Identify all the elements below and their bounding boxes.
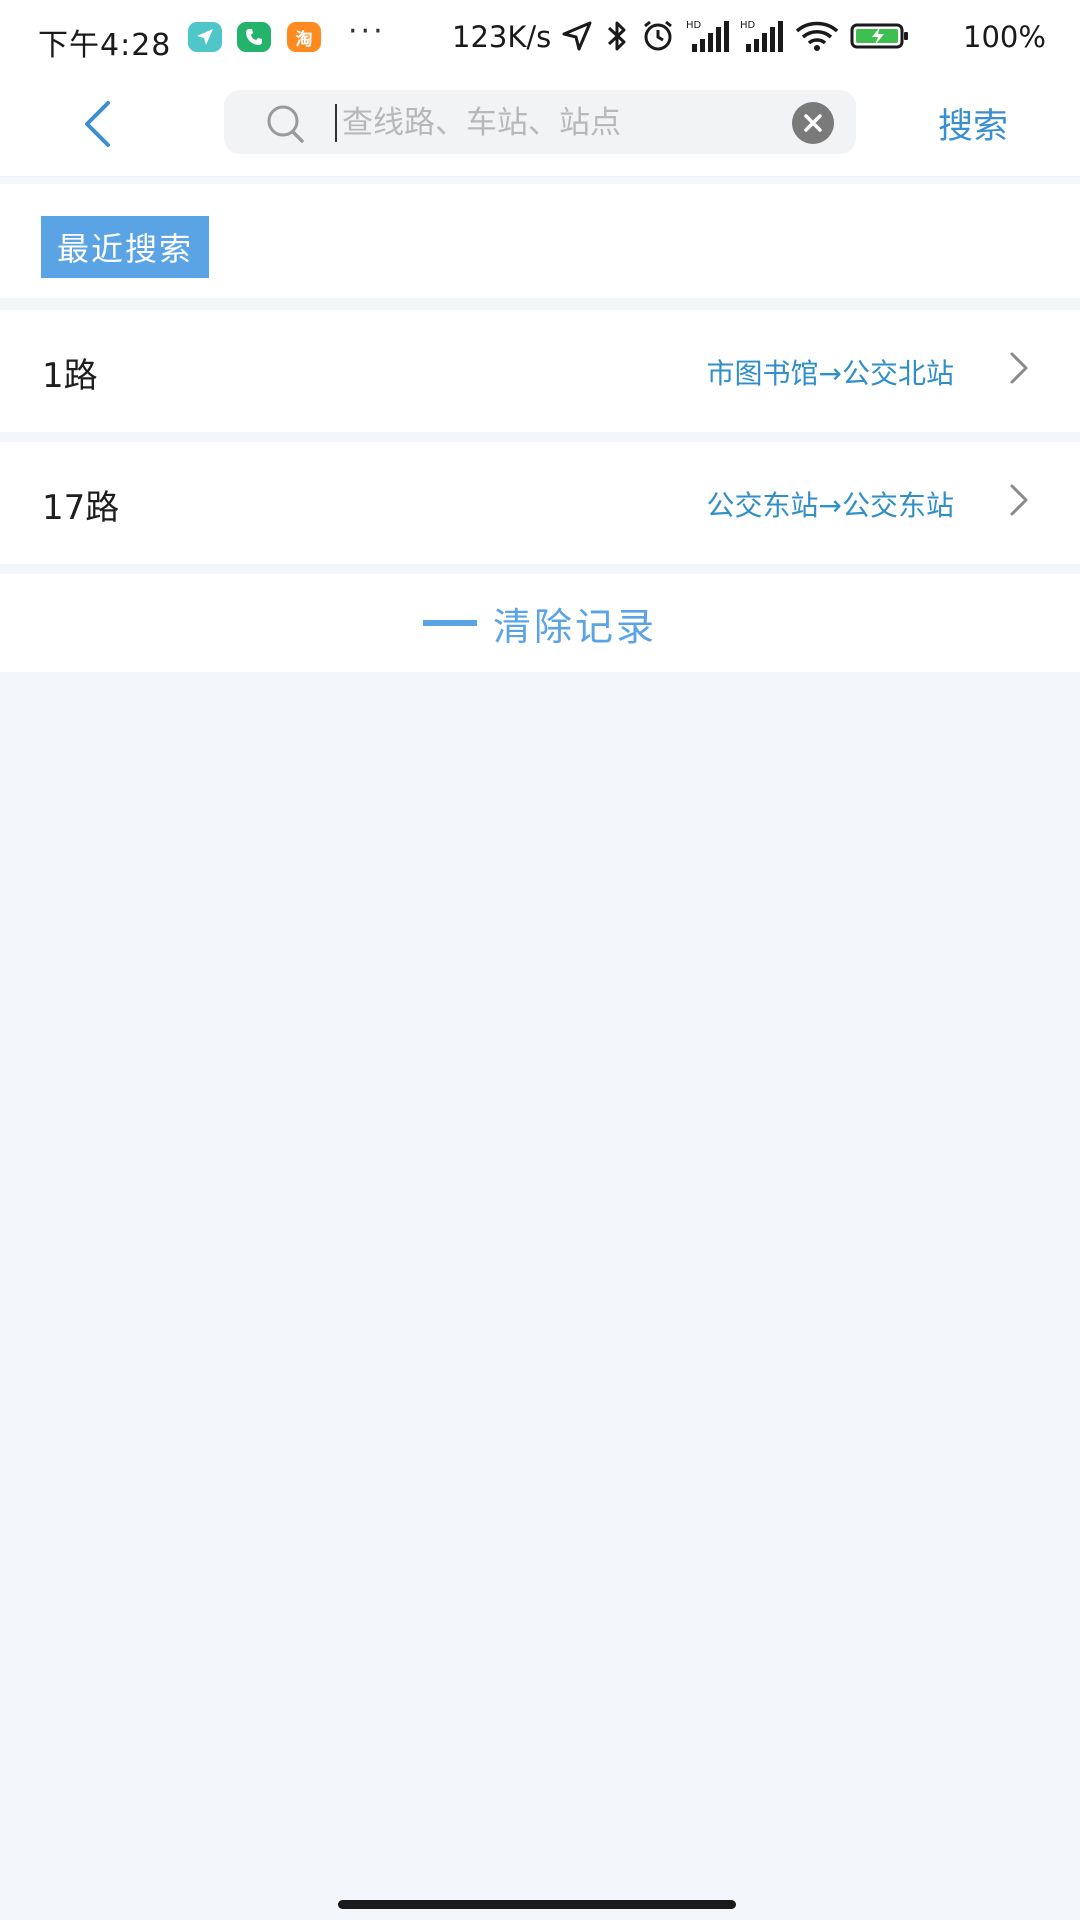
send-app-icon <box>188 22 222 52</box>
location-icon <box>560 19 594 53</box>
route-name: 1路 <box>42 356 98 396</box>
text-cursor <box>335 104 337 142</box>
recent-search-item[interactable]: 1路 市图书馆→公交北站 <box>0 310 1080 432</box>
route-direction: 市图书馆→公交北站 <box>706 357 954 390</box>
signal-hd-2-icon: HD <box>740 18 784 54</box>
clear-input-button[interactable] <box>792 102 834 144</box>
clear-history-button[interactable]: 清除记录 <box>0 574 1080 672</box>
search-header: 搜索 <box>0 76 1080 177</box>
status-time: 下午4:28 <box>38 28 172 63</box>
system-icons: HD HD <box>560 18 910 54</box>
alarm-icon <box>640 18 676 54</box>
chevron-right-icon <box>1008 482 1030 522</box>
more-notifications-icon: ··· <box>348 14 386 49</box>
route-direction: 公交东站→公交东站 <box>706 489 954 522</box>
recent-search-header: 最近搜索 <box>0 184 1080 298</box>
recent-search-item[interactable]: 17路 公交东站→公交东站 <box>0 442 1080 564</box>
status-bar: 下午4:28 淘 ··· 123K/s HD HD 100% <box>0 0 1080 76</box>
network-speed: 123K/s <box>452 20 552 54</box>
bluetooth-icon <box>604 18 630 54</box>
home-indicator[interactable] <box>338 1900 736 1909</box>
svg-text:HD: HD <box>740 20 756 31</box>
svg-text:HD: HD <box>686 20 702 31</box>
route-name: 17路 <box>42 488 120 528</box>
chevron-right-icon <box>1008 350 1030 390</box>
battery-icon <box>850 21 910 51</box>
search-icon <box>264 102 308 150</box>
back-arrow-icon <box>85 101 110 147</box>
minus-icon <box>422 620 477 626</box>
recent-search-title: 最近搜索 <box>41 216 210 278</box>
search-input[interactable] <box>340 96 784 150</box>
search-box[interactable] <box>224 90 856 154</box>
taobao-app-icon: 淘 <box>287 22 321 52</box>
wifi-icon <box>794 19 840 53</box>
battery-percent: 100% <box>963 20 1046 54</box>
back-button[interactable] <box>72 92 122 156</box>
phone-app-icon <box>237 22 271 52</box>
clear-history-label: 清除记录 <box>492 604 657 649</box>
close-icon <box>804 114 822 132</box>
screen: 下午4:28 淘 ··· 123K/s HD HD 100% 查线路、车站、站点… <box>0 0 1080 1920</box>
signal-hd-1-icon: HD <box>686 18 730 54</box>
search-button[interactable]: 搜索 <box>938 98 1008 149</box>
